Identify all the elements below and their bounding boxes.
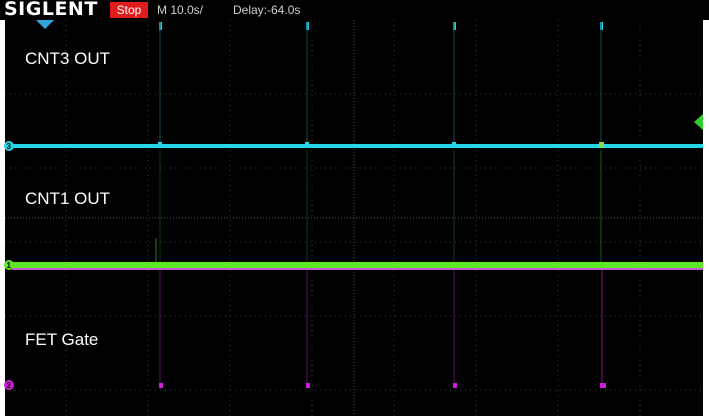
channel3-offset-marker[interactable]: 3: [4, 141, 14, 151]
waveform-area: CNT3 OUT CNT1 OUT FET Gate 3 1 2: [4, 20, 703, 416]
channel-label-fet-gate: FET Gate: [25, 330, 98, 349]
top-status-bar: SIGLENT Stop M 10.0s/ Delay:-64.0s: [0, 0, 709, 20]
run-stop-status[interactable]: Stop: [110, 2, 148, 18]
svg-text:1: 1: [7, 261, 12, 270]
channel2-offset-marker[interactable]: 2: [4, 380, 14, 390]
timebase-readout[interactable]: M 10.0s/: [157, 2, 203, 18]
delay-readout[interactable]: Delay:-64.0s: [233, 2, 300, 18]
channel1-offset-marker[interactable]: 1: [4, 260, 14, 270]
svg-text:2: 2: [7, 381, 12, 390]
channel-label-cnt1: CNT1 OUT: [25, 189, 110, 208]
channel-label-cnt3: CNT3 OUT: [25, 49, 110, 68]
svg-text:3: 3: [7, 142, 12, 151]
oscilloscope-display: SIGLENT Stop M 10.0s/ Delay:-64.0s CNT3 …: [0, 0, 709, 418]
brand-logo: SIGLENT: [4, 0, 98, 20]
